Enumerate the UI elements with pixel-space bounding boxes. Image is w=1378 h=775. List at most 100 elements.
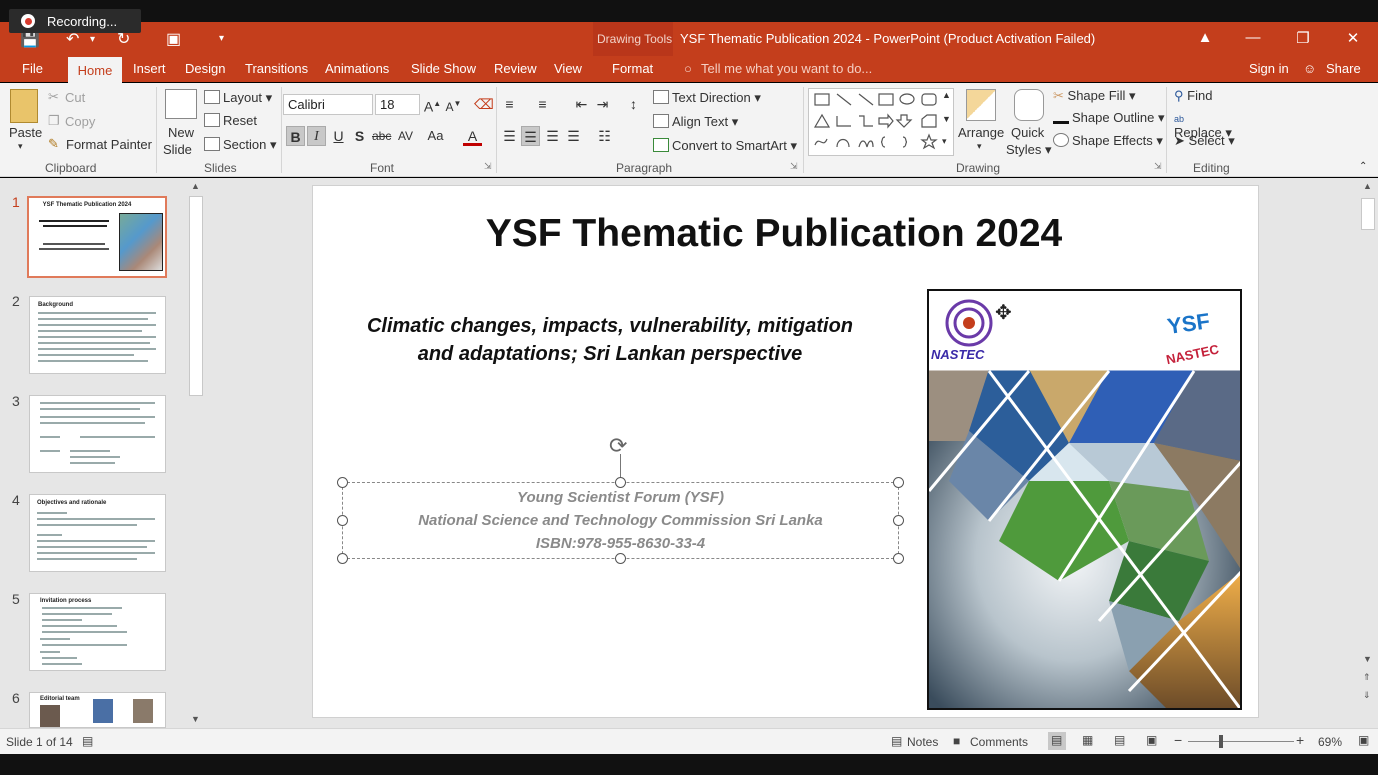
cut-button[interactable]: Cut <box>65 90 85 105</box>
comments-icon[interactable]: ■ <box>953 734 960 748</box>
align-right-icon[interactable]: ☰ <box>543 126 562 146</box>
font-size-combo[interactable]: 18 <box>375 94 420 115</box>
thumbnail-slide-2[interactable]: Background <box>29 296 166 374</box>
arrange-dropdown-icon[interactable]: ▾ <box>977 141 982 152</box>
tab-view[interactable]: View <box>554 61 582 76</box>
paragraph-dialog-launcher-icon[interactable]: ⇲ <box>790 161 798 172</box>
start-slideshow-icon[interactable]: ▣ <box>166 29 181 49</box>
select-button[interactable]: ➤ Select ▾ <box>1174 133 1235 149</box>
layout-button[interactable]: Layout ▾ <box>204 90 272 106</box>
zoom-in-icon[interactable]: + <box>1296 732 1304 748</box>
thumbnail-scrollbar[interactable]: ▲ ▼ <box>186 178 206 728</box>
shape-fill-button[interactable]: ✂ Shape Fill ▾ <box>1053 88 1135 104</box>
copy-button[interactable]: Copy <box>65 114 95 129</box>
tab-slide-show[interactable]: Slide Show <box>411 61 476 76</box>
tab-animations[interactable]: Animations <box>325 61 389 76</box>
close-button[interactable]: ✕ <box>1338 29 1368 47</box>
quick-styles-icon[interactable] <box>1014 89 1044 121</box>
gallery-more-icon[interactable]: ▾ <box>942 136 947 147</box>
comments-button[interactable]: Comments <box>970 735 1028 749</box>
next-slide-icon[interactable]: ⇓ <box>1363 690 1371 701</box>
zoom-level[interactable]: 69% <box>1318 735 1342 749</box>
slide-subtitle[interactable]: Climatic changes, impacts, vulnerability… <box>330 312 890 368</box>
font-color-icon[interactable]: A <box>463 126 482 146</box>
shapes-gallery[interactable] <box>808 88 954 156</box>
thumbnail-slide-4[interactable]: Objectives and rationale <box>29 494 166 572</box>
share-button[interactable]: Share <box>1326 61 1361 76</box>
quick-styles-button-line2[interactable]: Styles ▾ <box>1006 142 1052 158</box>
convert-smartart-button[interactable]: Convert to SmartArt ▾ <box>653 138 797 154</box>
gallery-up-icon[interactable]: ▲ <box>942 90 951 100</box>
shape-effects-button[interactable]: Shape Effects ▾ <box>1053 133 1163 149</box>
slideshow-view-icon[interactable]: ▣ <box>1146 733 1157 747</box>
decrease-indent-icon[interactable]: ⇤ <box>572 94 591 114</box>
reset-button[interactable]: Reset <box>204 113 257 128</box>
bullets-icon[interactable]: ≡ <box>500 94 519 114</box>
thumbnail-slide-6[interactable]: Editorial team <box>29 692 166 728</box>
slide-scrollbar[interactable]: ▲ ▼ ⇑ ⇓ <box>1358 178 1378 728</box>
format-painter-button[interactable]: Format Painter <box>66 137 152 152</box>
rotate-handle-icon[interactable]: ⟳ <box>609 433 627 459</box>
cover-image[interactable]: NASTEC YSF NASTEC <box>927 289 1242 710</box>
tab-design[interactable]: Design <box>185 61 225 76</box>
text-direction-button[interactable]: Text Direction ▾ <box>653 90 761 106</box>
sign-in-link[interactable]: Sign in <box>1249 61 1289 76</box>
cut-icon[interactable]: ✂ <box>48 89 59 105</box>
justify-icon[interactable]: ☰ <box>564 126 583 146</box>
change-case-icon[interactable]: Aa <box>426 126 445 146</box>
slide-sorter-icon[interactable]: ▦ <box>1082 733 1093 747</box>
increase-font-icon[interactable]: A▲ <box>423 94 442 115</box>
increase-indent-icon[interactable]: ⇥ <box>593 94 612 114</box>
new-slide-icon[interactable] <box>165 89 197 119</box>
gallery-down-icon[interactable]: ▼ <box>942 114 951 124</box>
thumbnail-slide-3[interactable] <box>29 395 166 473</box>
tab-format[interactable]: Format <box>612 61 653 76</box>
text-shadow-button[interactable]: S <box>350 126 369 146</box>
paste-icon[interactable] <box>10 89 38 123</box>
arrange-icon[interactable] <box>966 89 996 121</box>
tab-review[interactable]: Review <box>494 61 537 76</box>
columns-icon[interactable]: ☷ <box>595 126 614 146</box>
scroll-down-icon[interactable]: ▼ <box>191 714 200 724</box>
scroll-up-icon[interactable]: ▲ <box>191 181 200 191</box>
copy-icon[interactable]: ❐ <box>48 113 60 129</box>
scroll-thumb[interactable] <box>1361 198 1375 230</box>
slide-body-text[interactable]: Young Scientist Forum (YSF) National Sci… <box>342 486 899 555</box>
strikethrough-button[interactable]: abc <box>372 126 391 146</box>
previous-slide-icon[interactable]: ⇑ <box>1363 672 1371 683</box>
paste-dropdown-icon[interactable]: ▾ <box>18 141 23 152</box>
thumbnail-slide-1[interactable]: YSF Thematic Publication 2024 <box>27 196 167 278</box>
drawing-dialog-launcher-icon[interactable]: ⇲ <box>1154 161 1162 172</box>
reading-view-icon[interactable]: ▤ <box>1114 733 1125 747</box>
tell-me-input[interactable]: Tell me what you want to do... <box>701 61 872 76</box>
italic-button[interactable]: I <box>307 126 326 146</box>
recording-indicator[interactable]: Recording... <box>9 9 141 33</box>
quick-styles-button-line1[interactable]: Quick <box>1011 125 1044 140</box>
font-name-combo[interactable]: Calibri <box>283 94 373 115</box>
spell-check-icon[interactable]: ▤ <box>82 734 93 748</box>
tab-transitions[interactable]: Transitions <box>245 61 308 76</box>
zoom-slider[interactable] <box>1188 741 1294 742</box>
notes-icon[interactable]: ▤ <box>891 734 902 748</box>
thumbnail-slide-5[interactable]: Invitation process <box>29 593 166 671</box>
zoom-out-icon[interactable]: − <box>1174 732 1182 748</box>
undo-dropdown-icon[interactable]: ▾ <box>90 34 95 45</box>
align-center-icon[interactable]: ☰ <box>521 126 540 146</box>
align-left-icon[interactable]: ☰ <box>500 126 519 146</box>
ribbon-display-options-icon[interactable]: ▲ <box>1190 29 1220 46</box>
clear-formatting-icon[interactable]: ⌫ <box>474 94 494 114</box>
notes-button[interactable]: Notes <box>907 735 938 749</box>
scroll-thumb[interactable] <box>189 196 203 396</box>
line-spacing-icon[interactable]: ↕ <box>624 94 643 114</box>
tab-home[interactable]: Home <box>68 57 122 83</box>
format-painter-icon[interactable]: ✎ <box>48 136 59 152</box>
find-button[interactable]: ⚲ Find <box>1174 88 1212 104</box>
font-dialog-launcher-icon[interactable]: ⇲ <box>484 161 492 172</box>
minimize-button[interactable]: — <box>1238 29 1268 46</box>
arrange-button[interactable]: Arrange <box>958 125 1004 140</box>
tab-insert[interactable]: Insert <box>133 61 166 76</box>
bold-button[interactable]: B <box>286 126 305 146</box>
align-text-button[interactable]: Align Text ▾ <box>653 114 738 130</box>
zoom-slider-thumb[interactable] <box>1219 735 1223 748</box>
shape-outline-button[interactable]: Shape Outline ▾ <box>1053 110 1165 126</box>
